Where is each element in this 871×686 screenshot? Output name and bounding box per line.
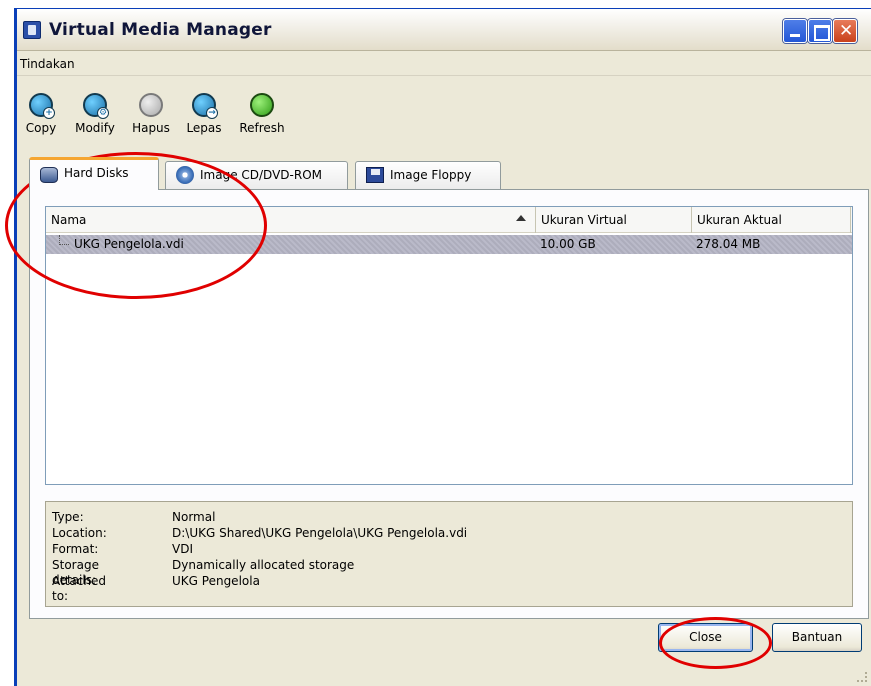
detail-format-value: VDI: [172, 542, 193, 556]
minimize-button[interactable]: [783, 19, 807, 43]
maximize-button[interactable]: [808, 19, 832, 43]
copy-button[interactable]: + Copy: [23, 93, 59, 135]
column-header-nama[interactable]: Nama: [46, 207, 535, 233]
tab-image-cd-dvd-rom[interactable]: Image CD/DVD-ROM: [165, 161, 348, 189]
detail-format-label: Format:: [52, 542, 99, 556]
resize-grip[interactable]: [857, 672, 867, 682]
menu-tindakan[interactable]: Tindakan: [20, 57, 75, 71]
tab-hard-disks[interactable]: Hard Disks: [29, 157, 159, 190]
hard-disk-icon: [40, 167, 58, 183]
detail-type-label: Type:: [52, 510, 84, 524]
detail-location-label: Location:: [52, 526, 107, 540]
tab-hard-disks-label: Hard Disks: [64, 166, 129, 180]
toolbar: + Copy ⚙ Modify Hapus → Lepas Refresh: [17, 79, 871, 151]
hapus-label: Hapus: [132, 121, 170, 135]
refresh-icon: [250, 93, 274, 117]
close-icon: ✕: [839, 21, 854, 41]
modify-disk-icon: ⚙: [83, 93, 109, 119]
detail-type-value: Normal: [172, 510, 216, 524]
copy-label: Copy: [25, 121, 57, 135]
release-disk-icon: →: [192, 93, 218, 119]
column-aktual-label: Ukuran Aktual: [697, 213, 782, 227]
virtual-media-manager-window: Virtual Media Manager ✕ Tindakan + Copy …: [14, 8, 871, 686]
column-nama-label: Nama: [51, 213, 87, 227]
cell-virtual-size: 10.00 GB: [540, 237, 596, 251]
modify-button[interactable]: ⚙ Modify: [73, 93, 117, 135]
refresh-button[interactable]: Refresh: [235, 93, 289, 135]
cell-actual-size: 278.04 MB: [696, 237, 761, 251]
cell-name: UKG Pengelola.vdi: [74, 237, 184, 251]
remove-disk-icon: [139, 93, 163, 117]
sort-ascending-icon: [516, 215, 526, 221]
detail-attached-label: Attached to:: [52, 574, 106, 603]
cd-dvd-icon: [176, 166, 194, 184]
list-header: Nama Ukuran Virtual Ukuran Aktual: [46, 207, 852, 233]
column-header-ukuran-aktual[interactable]: Ukuran Aktual: [691, 207, 851, 233]
tab-image-floppy-label: Image Floppy: [390, 168, 472, 182]
detail-attached-value: UKG Pengelola: [172, 574, 260, 588]
hapus-button[interactable]: Hapus: [129, 93, 173, 135]
media-tabs: Hard Disks Image CD/DVD-ROM Image Floppy: [29, 157, 869, 190]
tab-image-floppy[interactable]: Image Floppy: [355, 161, 501, 189]
detail-location-value: D:\UKG Shared\UKG Pengelola\UKG Pengelol…: [172, 526, 468, 540]
column-header-ukuran-virtual[interactable]: Ukuran Virtual: [535, 207, 691, 233]
close-button[interactable]: Close: [658, 623, 753, 652]
detail-storage-value: Dynamically allocated storage: [172, 558, 355, 572]
close-window-button[interactable]: ✕: [833, 19, 857, 43]
hard-disk-list[interactable]: Nama Ukuran Virtual Ukuran Aktual UKG Pe…: [45, 206, 853, 485]
table-row[interactable]: UKG Pengelola.vdi 10.00 GB 278.04 MB: [46, 235, 852, 254]
help-button[interactable]: Bantuan: [772, 623, 862, 652]
title-bar[interactable]: Virtual Media Manager ✕: [17, 9, 871, 51]
column-virtual-label: Ukuran Virtual: [541, 213, 627, 227]
lepas-label: Lepas: [186, 121, 222, 135]
tree-connector: [59, 235, 69, 245]
window-title: Virtual Media Manager: [49, 20, 272, 40]
modify-label: Modify: [75, 121, 115, 135]
tab-panel: Nama Ukuran Virtual Ukuran Aktual UKG Pe…: [29, 189, 869, 619]
tab-image-cd-dvd-rom-label: Image CD/DVD-ROM: [200, 168, 323, 182]
app-icon: [23, 21, 41, 39]
lepas-button[interactable]: → Lepas: [184, 93, 224, 135]
copy-disk-icon: +: [29, 93, 55, 119]
refresh-label: Refresh: [239, 121, 285, 135]
details-panel: Type: Normal Location: D:\UKG Shared\UKG…: [45, 501, 853, 607]
menu-bar: Tindakan: [17, 52, 871, 76]
floppy-icon: [366, 167, 384, 183]
